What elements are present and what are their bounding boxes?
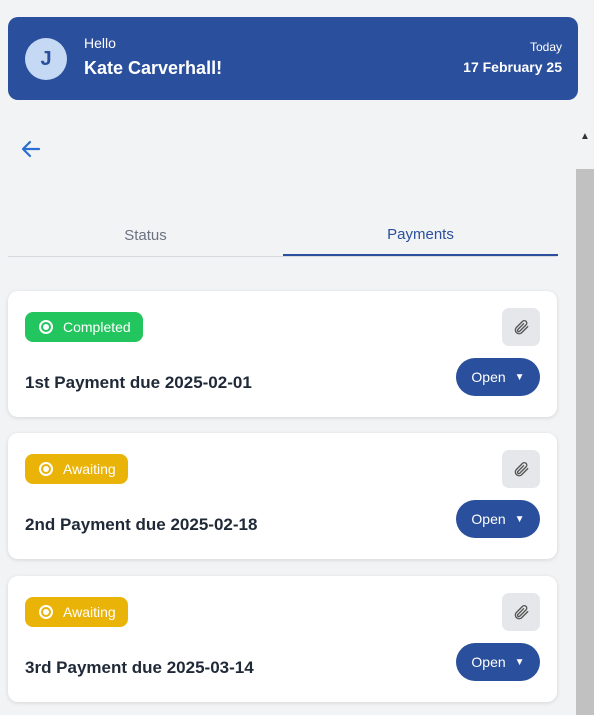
payment-card: Completed 1st Payment due 2025-02-01 Ope… [8,291,557,417]
paperclip-icon [514,320,529,335]
attachment-button[interactable] [502,450,540,488]
open-dropdown-button[interactable]: Open ▼ [456,358,540,396]
status-badge: Awaiting [25,454,128,484]
today-label: Today [529,40,562,54]
today-date: 17 February 25 [463,59,562,75]
radio-dot-icon [39,605,53,619]
open-dropdown-button[interactable]: Open ▼ [456,500,540,538]
caret-down-icon: ▼ [514,513,525,525]
paperclip-icon [514,462,529,477]
tab-status[interactable]: Status [8,214,283,257]
open-button-label: Open [471,369,506,385]
tab-bar: Status Payments [8,214,558,257]
welcome-header: J Hello Kate Carverhall! Today 17 Februa… [8,17,578,100]
status-badge-label: Completed [63,319,131,335]
greeting-text: Hello [84,35,116,51]
payment-title: 3rd Payment due 2025-03-14 [25,658,254,677]
payment-card: Awaiting 3rd Payment due 2025-03-14 Open… [8,576,557,702]
back-button[interactable] [18,136,44,162]
status-badge-label: Awaiting [63,604,116,620]
user-name: Kate Carverhall! [84,58,223,78]
payment-card: Awaiting 2nd Payment due 2025-02-18 Open… [8,433,557,559]
attachment-button[interactable] [502,308,540,346]
radio-dot-icon [39,462,53,476]
payment-title: 2nd Payment due 2025-02-18 [25,515,258,534]
status-badge-label: Awaiting [63,461,116,477]
caret-down-icon: ▼ [514,371,525,383]
scroll-up-button[interactable]: ▲ [576,124,594,148]
open-dropdown-button[interactable]: Open ▼ [456,643,540,681]
tab-payments[interactable]: Payments [283,214,558,256]
attachment-button[interactable] [502,593,540,631]
status-badge: Completed [25,312,143,342]
scrollbar-thumb[interactable] [576,169,594,715]
open-button-label: Open [471,511,506,527]
open-button-label: Open [471,654,506,670]
paperclip-icon [514,605,529,620]
avatar[interactable]: J [25,38,67,80]
arrow-left-icon [21,140,41,158]
status-badge: Awaiting [25,597,128,627]
payment-title: 1st Payment due 2025-02-01 [25,373,252,392]
caret-down-icon: ▼ [514,656,525,668]
radio-dot-icon [39,320,53,334]
